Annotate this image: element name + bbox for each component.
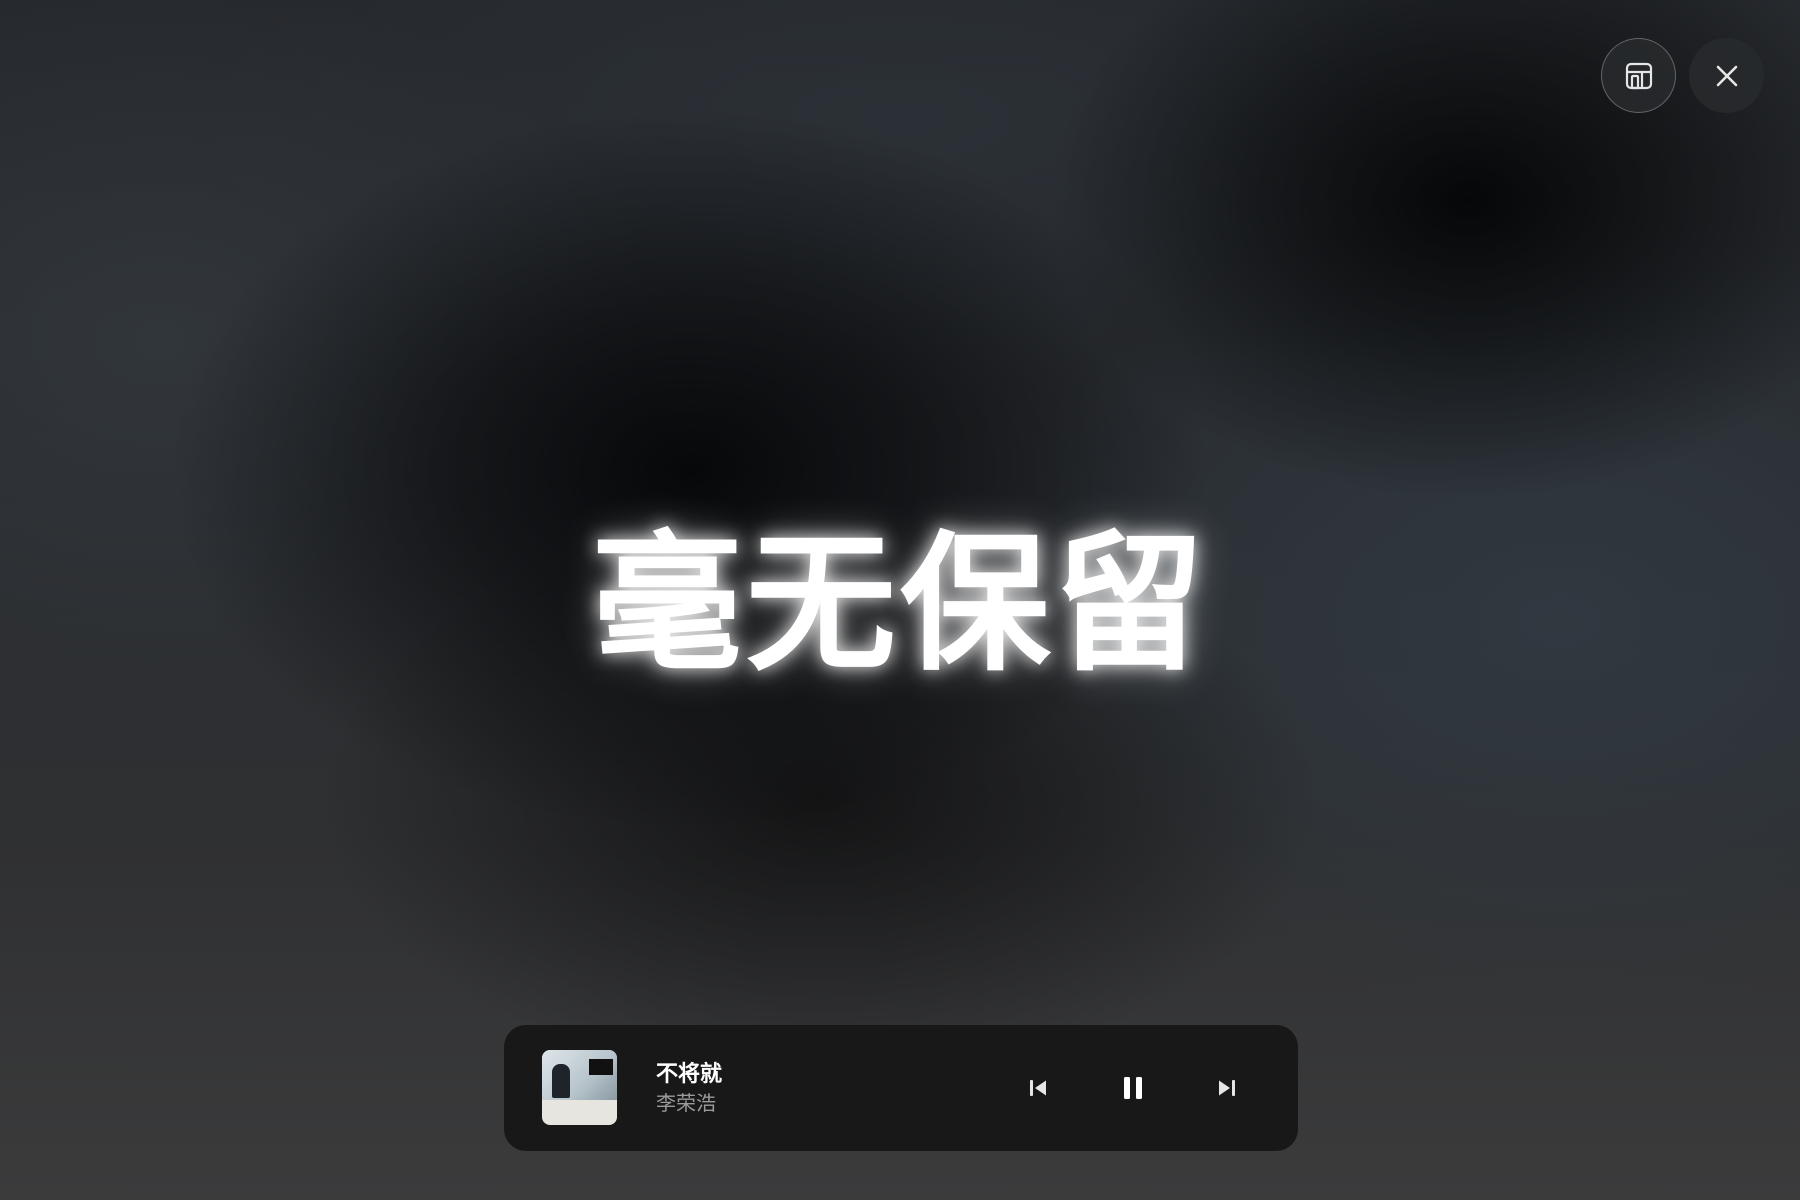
close-icon (1716, 65, 1737, 86)
next-track-button[interactable] (1207, 1068, 1247, 1108)
top-button-group (1601, 38, 1764, 113)
track-info[interactable]: 不将就 李荣浩 (656, 1061, 722, 1117)
track-artist: 李荣浩 (656, 1091, 716, 1115)
album-cover-tag (589, 1059, 613, 1075)
track-title: 不将就 (656, 1062, 723, 1087)
skip-previous-icon (1030, 1080, 1046, 1096)
mini-player-bar: 不将就 李荣浩 (504, 1025, 1298, 1151)
layout-icon (1625, 62, 1652, 89)
pause-button[interactable] (1113, 1068, 1153, 1108)
album-cover-figure (552, 1064, 570, 1098)
album-cover[interactable] (542, 1050, 617, 1125)
close-button[interactable] (1689, 38, 1764, 113)
pause-icon (1124, 1077, 1142, 1099)
lyrics-fullscreen-view: 毫无保留 不将就 李荣浩 (0, 0, 1800, 1200)
current-lyric-line: 毫无保留 (591, 518, 1208, 692)
layout-button[interactable] (1601, 38, 1676, 113)
skip-next-icon (1219, 1080, 1235, 1096)
previous-track-button[interactable] (1018, 1068, 1058, 1108)
